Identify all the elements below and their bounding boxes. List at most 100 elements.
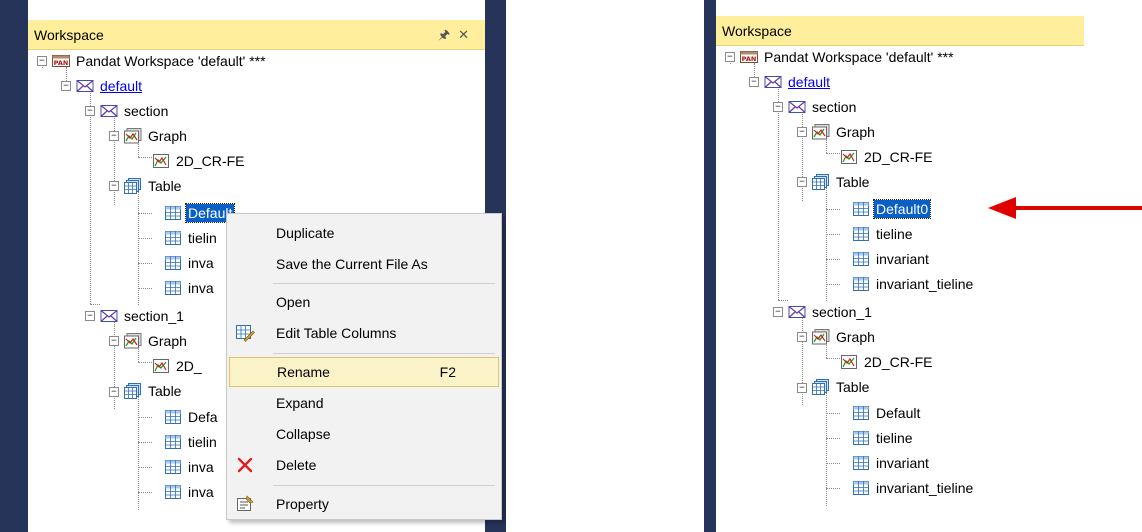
table-icon <box>852 405 870 421</box>
tree-node-table-1-invariant[interactable]: invariant <box>852 452 931 474</box>
tree-node-table[interactable]: Table <box>812 171 871 193</box>
delete-icon <box>237 457 253 473</box>
tree-node-label: inva <box>188 280 214 296</box>
table-icon <box>164 205 182 221</box>
menu-item-delete[interactable]: Delete <box>229 450 499 480</box>
tree-node-table-1-tieline[interactable]: tieline <box>852 427 915 449</box>
collapse-toggle[interactable]: − <box>109 181 119 191</box>
graph-icon <box>152 358 170 374</box>
collapse-toggle[interactable]: − <box>797 383 807 393</box>
menu-item-edit-table-columns[interactable]: Edit Table Columns <box>229 318 499 348</box>
tree-node-label: 2D_CR-FE <box>864 354 933 370</box>
tree-node-label: tieline <box>876 430 913 446</box>
collapse-toggle[interactable]: − <box>773 307 783 317</box>
menu-item-open[interactable]: Open <box>229 287 499 317</box>
tree-node-label: section_1 <box>124 308 184 324</box>
menu-item-collapse[interactable]: Collapse <box>229 419 499 449</box>
tree-node-table-1-invariant[interactable]: inva <box>164 456 216 478</box>
panel-title-bar: Workspace 🖈︎✕ <box>28 20 485 50</box>
tree-node-graph[interactable]: Graph <box>812 121 877 143</box>
tree-node-graph-1[interactable]: Graph <box>124 330 189 352</box>
table-icon <box>852 226 870 242</box>
tree-node-graph-item-1[interactable]: 2D_CR-FE <box>840 351 934 373</box>
tree-node-table[interactable]: Table <box>124 175 183 197</box>
collapse-toggle[interactable]: − <box>109 336 119 346</box>
tree-node-table-1-invariant-tieline[interactable]: invariant_tieline <box>852 477 975 499</box>
graph-folder-icon <box>812 329 830 345</box>
collapse-toggle[interactable]: − <box>749 77 759 87</box>
tree-node-label: Graph <box>148 128 187 144</box>
tree-node-section-1[interactable]: section_1 <box>100 305 186 327</box>
close-icon[interactable]: ✕ <box>458 27 477 42</box>
tree-node-label: invariant_tieline <box>876 480 974 496</box>
tree-node-table-default[interactable]: Default <box>164 202 236 224</box>
pin-icon[interactable]: 🖈︎ <box>438 27 458 42</box>
workspace-tree: − − − − − − − − Pandat Workspace 'defaul… <box>716 49 1084 532</box>
tree-node-table-1[interactable]: Table <box>124 380 183 402</box>
tree-root-workspace[interactable]: Pandat Workspace 'default' *** <box>740 46 956 68</box>
tree-node-table-invariant-tieline[interactable]: invariant_tieline <box>852 273 975 295</box>
collapse-toggle[interactable]: − <box>797 127 807 137</box>
tree-node-table-1[interactable]: Table <box>812 376 871 398</box>
tree-node-table-invariant[interactable]: invariant <box>852 248 931 270</box>
panel-title: Workspace <box>722 22 792 39</box>
tree-node-graph-item[interactable]: 2D_CR-FE <box>840 146 934 168</box>
collapse-toggle[interactable]: − <box>109 387 119 397</box>
collapse-toggle[interactable]: − <box>85 106 95 116</box>
tree-node-label[interactable]: default <box>98 77 144 95</box>
tree-node-label: invariant <box>876 251 929 267</box>
collapse-toggle[interactable]: − <box>725 52 735 62</box>
collapse-toggle[interactable]: − <box>773 102 783 112</box>
tree-node-label-selected[interactable]: Default0 <box>872 199 932 219</box>
graph-icon <box>840 354 858 370</box>
tree-node-section-1[interactable]: section_1 <box>788 301 874 323</box>
tree-node-label: Graph <box>836 124 875 140</box>
table-icon <box>164 484 182 500</box>
table-icon <box>164 409 182 425</box>
collapse-toggle[interactable]: − <box>61 81 71 91</box>
property-icon <box>237 495 254 511</box>
tree-node-label[interactable]: default <box>786 73 832 91</box>
menu-item-expand[interactable]: Expand <box>229 388 499 418</box>
tree-node-table-tieline[interactable]: tielin <box>164 227 219 249</box>
tree-node-label: tielin <box>188 230 217 246</box>
collapse-toggle[interactable]: − <box>37 56 47 66</box>
collapse-toggle[interactable]: − <box>797 332 807 342</box>
tree-node-table-1-default[interactable]: Defa <box>164 406 220 428</box>
tree-node-section[interactable]: section <box>100 100 170 122</box>
collapse-toggle[interactable]: − <box>797 177 807 187</box>
tree-node-label: Pandat Workspace 'default' *** <box>76 53 266 69</box>
menu-item-property[interactable]: Property <box>229 489 499 519</box>
tree-node-default[interactable]: default <box>764 71 832 93</box>
tree-node-table-1-tieline[interactable]: tielin <box>164 431 219 453</box>
envelope-icon <box>100 103 118 119</box>
tree-node-section[interactable]: section <box>788 96 858 118</box>
tree-node-graph-1[interactable]: Graph <box>812 326 877 348</box>
tree-node-default[interactable]: default <box>76 75 144 97</box>
right-workspace-panel: Workspace − − − − − − − − Pandat Workspa… <box>704 0 1084 532</box>
collapse-toggle[interactable]: − <box>85 311 95 321</box>
tree-node-table-invariant[interactable]: inva <box>164 252 216 274</box>
tree-node-label: 2D_ <box>176 358 202 374</box>
tree-root-workspace[interactable]: Pandat Workspace 'default' *** <box>52 50 268 72</box>
menu-item-label: Expand <box>276 395 324 411</box>
tree-node-table-default0[interactable]: Default0 <box>852 198 932 220</box>
tree-node-label: Graph <box>836 329 875 345</box>
context-menu: Duplicate Save the Current File As Open … <box>226 213 502 520</box>
collapse-toggle[interactable]: − <box>109 131 119 141</box>
tree-node-table-1-default[interactable]: Default <box>852 402 922 424</box>
tree-node-label: Graph <box>148 333 187 349</box>
table-icon <box>164 230 182 246</box>
tree-node-table-invariant-tieline[interactable]: inva <box>164 277 216 299</box>
tree-node-graph-item-1[interactable]: 2D_ <box>152 355 204 377</box>
envelope-icon <box>100 308 118 324</box>
menu-item-rename[interactable]: Rename F2 <box>229 357 499 387</box>
tree-node-label: section <box>812 99 857 115</box>
menu-item-save-as[interactable]: Save the Current File As <box>229 249 499 279</box>
tree-node-table-1-invariant-tieline[interactable]: inva <box>164 481 216 503</box>
tree-node-table-tieline[interactable]: tieline <box>852 223 915 245</box>
graph-folder-icon <box>124 333 142 349</box>
tree-node-graph-item[interactable]: 2D_CR-FE <box>152 150 246 172</box>
tree-node-graph[interactable]: Graph <box>124 125 189 147</box>
menu-item-duplicate[interactable]: Duplicate <box>229 218 499 248</box>
